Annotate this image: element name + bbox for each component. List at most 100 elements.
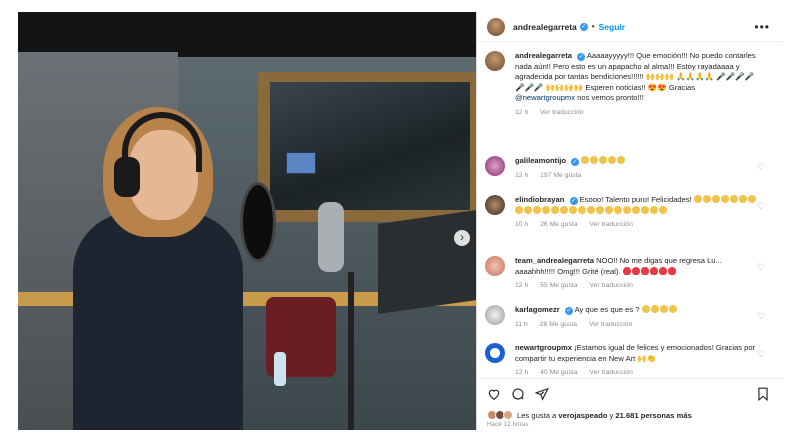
clap-emoji-icon <box>578 205 586 214</box>
clap-emoji-icon <box>617 156 626 164</box>
photo-mic-stand <box>348 272 354 430</box>
comment-likes-count[interactable]: 40 Me gusta <box>540 369 577 376</box>
clap-emoji-icon <box>542 205 550 214</box>
likes-prefix: Les gusta a <box>517 410 557 420</box>
comment-translate-link[interactable]: Ver traducción <box>589 369 632 376</box>
clap-emoji-icon <box>650 305 659 313</box>
comment-avatar[interactable] <box>485 156 505 176</box>
comment-avatar[interactable] <box>485 256 505 276</box>
post-side-panel: andrealegarreta ✓ • Seguir ••• andrealeg… <box>476 12 783 430</box>
comment-like-heart-icon[interactable]: ♡ <box>757 311 767 321</box>
clap-emoji-icon <box>605 205 613 214</box>
comment-likes-count[interactable]: 28 Me gusta <box>540 321 577 328</box>
verified-badge-icon: ✓ <box>571 158 580 166</box>
comment-item: elindiobrayan ✓ Esooo! Talento puro! Fel… <box>485 195 775 231</box>
clap-emoji-icon <box>599 156 608 164</box>
comment-like-heart-icon[interactable]: ♡ <box>757 162 767 172</box>
clap-emoji-icon <box>702 195 711 203</box>
like-heart-icon[interactable] <box>487 387 501 401</box>
photo-headphones <box>114 157 140 197</box>
clap-emoji-icon <box>711 195 720 203</box>
comment-translate-link[interactable]: Ver traducción <box>589 282 632 289</box>
comment-avatar[interactable] <box>485 195 505 215</box>
verified-badge-icon: ✓ <box>579 22 588 31</box>
comment-item: team_andrealegarreta NOO!! No me digas q… <box>485 256 775 292</box>
caption: andrealegarreta ✓ Aaaaayyyyy!!! Que emoc… <box>485 51 775 118</box>
comment-time: 12 h <box>515 369 529 376</box>
photo-microphone <box>318 202 344 272</box>
comment-username[interactable]: newartgroupmx <box>515 343 572 352</box>
comment-translate-link[interactable]: Ver traducción <box>589 221 632 228</box>
comment-bubble-icon[interactable] <box>511 387 525 401</box>
clap-emoji-icon <box>569 205 577 214</box>
clap-emoji-icon <box>515 205 523 214</box>
comment-emoji-group <box>581 156 626 165</box>
clap-emoji-icon <box>590 156 599 164</box>
comment-item: karlagomezr ✓ Ay que es que es ? 11 h 28… <box>485 305 775 330</box>
comments-list[interactable]: andrealegarreta ✓ Aaaaayyyyy!!! Que emoc… <box>477 43 783 377</box>
likes-middle: y <box>609 410 614 420</box>
verified-badge-icon: ✓ <box>564 307 573 315</box>
clap-emoji-icon <box>524 205 532 214</box>
comment-likes-count[interactable]: 55 Me gusta <box>540 282 577 289</box>
clap-emoji-icon <box>641 205 649 214</box>
separator-dot: • <box>591 22 595 31</box>
liker-username[interactable]: verojaspeado <box>558 411 607 420</box>
likes-count[interactable]: 21.681 personas más <box>615 411 691 420</box>
post-photo[interactable] <box>18 12 476 430</box>
caption-translate-link[interactable]: Ver traducción <box>540 109 583 116</box>
comment-username[interactable]: team_andrealegarreta <box>515 256 594 265</box>
more-options-icon[interactable]: ••• <box>754 20 770 34</box>
comment-time: 10 h <box>515 221 529 228</box>
comment-item: newartgroupmx ¡Estamos igual de felices … <box>485 343 775 377</box>
caption-mention-link[interactable]: @newartgroupmx <box>515 93 575 102</box>
clap-emoji-icon <box>551 205 559 214</box>
clap-emoji-icon <box>533 205 541 214</box>
post-actions-bar: Les gusta a verojaspeado y 21.681 person… <box>477 378 783 430</box>
clap-emoji-icon <box>614 205 622 214</box>
comment-avatar[interactable] <box>485 343 505 363</box>
clap-emoji-icon <box>581 156 590 164</box>
heart-emoji-icon <box>658 266 667 275</box>
comment-translate-link[interactable]: Ver traducción <box>589 321 632 328</box>
clap-emoji-icon <box>659 305 668 313</box>
heart-emoji-icon <box>631 266 640 275</box>
follow-button[interactable]: Seguir <box>599 22 625 32</box>
photo-studio-window <box>270 82 470 210</box>
comment-like-heart-icon[interactable]: ♡ <box>757 201 767 211</box>
caption-tail: nos vemos pronto!!! <box>577 93 644 102</box>
caption-avatar[interactable] <box>485 51 505 71</box>
comment-username[interactable]: karlagomezr <box>515 305 560 314</box>
heart-emoji-icon <box>622 266 631 275</box>
clap-emoji-icon <box>596 205 604 214</box>
clap-emoji-icon <box>729 195 738 203</box>
photo-person-jacket <box>73 212 243 430</box>
comment-likes-count[interactable]: 197 Me gusta <box>540 172 581 179</box>
heart-emoji-icon <box>649 266 658 275</box>
clap-emoji-icon <box>641 305 650 313</box>
heart-emoji-icon <box>667 266 676 275</box>
verified-badge-icon: ✓ <box>569 197 578 205</box>
likes-summary[interactable]: Les gusta a verojaspeado y 21.681 person… <box>487 410 692 420</box>
bookmark-icon[interactable] <box>757 387 769 401</box>
comment-like-heart-icon[interactable]: ♡ <box>757 262 767 272</box>
clap-emoji-icon <box>668 305 677 313</box>
comment-emoji-group <box>641 305 678 314</box>
next-photo-button[interactable]: › <box>454 230 470 246</box>
caption-username[interactable]: andrealegarreta <box>515 51 572 60</box>
comment-username[interactable]: galileamontijo <box>515 156 566 165</box>
post-header: andrealegarreta ✓ • Seguir ••• <box>477 12 782 42</box>
comment-avatar[interactable] <box>485 305 505 325</box>
comment-time: 12 h <box>515 282 529 289</box>
author-avatar[interactable] <box>487 17 505 36</box>
clap-emoji-icon <box>608 156 617 164</box>
comment-like-heart-icon[interactable]: ♡ <box>757 349 767 359</box>
author-username[interactable]: andrealegarreta <box>513 22 577 32</box>
comment-likes-count[interactable]: 26 Me gusta <box>540 221 577 228</box>
clap-emoji-icon <box>560 205 568 214</box>
share-paper-plane-icon[interactable] <box>535 387 549 401</box>
photo-water-bottle <box>274 352 286 386</box>
comment-username[interactable]: elindiobrayan <box>515 195 564 204</box>
clap-emoji-icon <box>659 205 667 214</box>
clap-emoji-icon <box>738 195 747 203</box>
